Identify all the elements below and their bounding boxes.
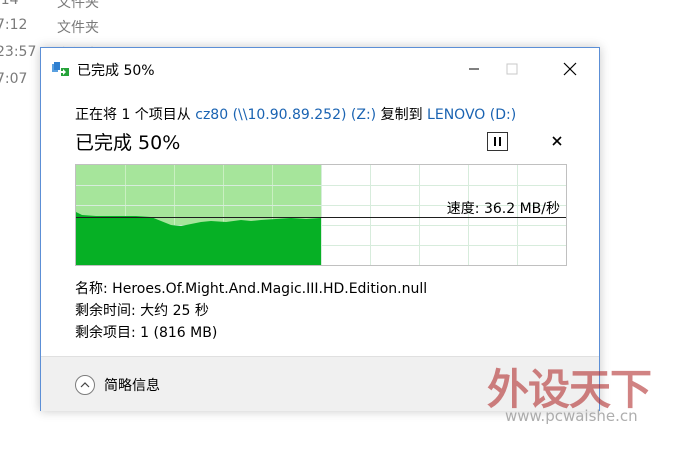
file-copy-icon <box>52 62 69 76</box>
close-icon <box>563 62 577 76</box>
modified-time: :14 <box>0 0 19 8</box>
copy-description: 正在将 1 个项目从 cz80 (\\10.90.89.252) (Z:) 复制… <box>75 104 516 124</box>
chevron-up-icon <box>75 375 95 395</box>
watermark-url: www.pcwaishe.cn <box>505 407 638 425</box>
minimize-icon <box>469 68 479 70</box>
item-type: 文件夹 <box>57 20 99 36</box>
name-label: 名称: <box>75 281 113 297</box>
destination-location-link[interactable]: LENOVO (D:) <box>427 107 516 123</box>
close-button[interactable] <box>555 56 585 82</box>
progress-status: 已完成 50% <box>75 132 181 154</box>
close-icon <box>552 136 562 146</box>
file-name-row: 名称: Heroes.Of.Might.And.Magic.III.HD.Edi… <box>75 278 427 298</box>
file-name-value: Heroes.Of.Might.And.Magic.III.HD.Edition… <box>112 281 428 297</box>
speed-label: 速度: 36.2 MB/秒 <box>446 201 560 217</box>
fewer-details-label: 简略信息 <box>104 378 160 394</box>
transfer-speed-graph: 速度: 36.2 MB/秒 <box>75 164 567 266</box>
pause-button[interactable] <box>487 132 508 151</box>
items-remaining-row: 剩余项目: 1 (816 MB) <box>75 322 217 342</box>
copy-prefix: 正在将 1 个项目从 <box>75 107 196 123</box>
copy-middle: 复制到 <box>376 107 428 123</box>
source-location-link[interactable]: cz80 (\\10.90.89.252) (Z:) <box>195 107 376 123</box>
maximize-icon <box>506 63 518 75</box>
minimize-button[interactable] <box>459 56 489 82</box>
fewer-details-button[interactable]: 简略信息 <box>75 373 160 397</box>
window-title: 已完成 50% <box>77 63 155 79</box>
time-remaining-label: 剩余时间: <box>75 303 141 319</box>
list-item[interactable]: 7:12 文件夹 <box>0 17 200 39</box>
modified-time: 7:12 <box>0 17 28 33</box>
items-remaining-value: 1 (816 MB) <box>140 325 218 341</box>
title-bar[interactable]: 已完成 50% <box>41 48 599 90</box>
list-item[interactable]: :14 文件夹 <box>0 0 200 14</box>
maximize-button <box>497 56 527 82</box>
time-remaining-value: 大约 25 秒 <box>140 303 209 319</box>
item-type: 文件夹 <box>57 0 99 11</box>
modified-time: 7:07 <box>0 71 28 87</box>
cancel-button[interactable] <box>548 132 566 150</box>
modified-time: 23:57 <box>0 44 37 60</box>
time-remaining-row: 剩余时间: 大约 25 秒 <box>75 300 209 320</box>
items-remaining-label: 剩余项目: <box>75 325 141 341</box>
